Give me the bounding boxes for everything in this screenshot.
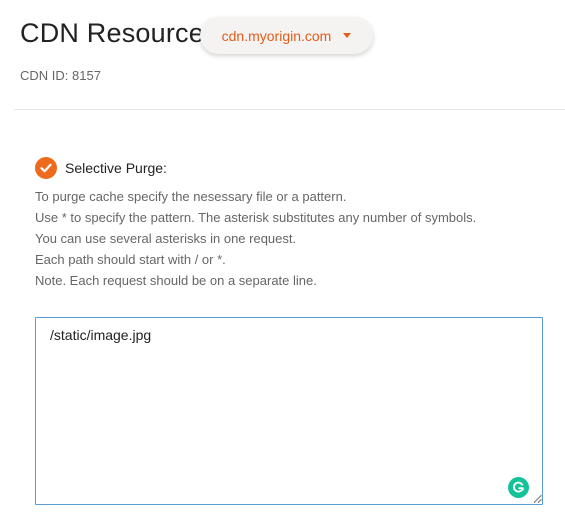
caret-down-icon (343, 33, 352, 38)
instruction-line: To purge cache specify the nesessary fil… (35, 189, 347, 204)
resource-select-value: cdn.myorigin.com (221, 27, 332, 44)
purge-instructions: To purge cache specify the nesessary fil… (35, 186, 555, 291)
page-title: CDN Resource: (20, 18, 212, 48)
check-circle-icon[interactable] (35, 157, 57, 179)
resource-select-dropdown[interactable]: cdn.myorigin.com (200, 17, 373, 54)
instruction-line: Each path should start with / or *. (35, 252, 226, 267)
checkmark-glyph (40, 163, 52, 173)
grammarly-icon[interactable] (508, 477, 529, 498)
instruction-line: Note. Each request should be on a separa… (35, 273, 317, 288)
resource-header: CDN Resource: cdn.myorigin.com CDN ID: 8… (0, 0, 565, 110)
instruction-line: Use * to specify the pattern. The asteri… (35, 210, 477, 225)
cdn-purge-page: CDN Resource: cdn.myorigin.com CDN ID: 8… (0, 0, 565, 528)
header-divider (14, 109, 565, 110)
instruction-line: You can use several asterisks in one req… (35, 231, 297, 246)
purge-paths-textarea[interactable] (35, 317, 543, 505)
selective-purge-label: Selective Purge: (65, 160, 167, 176)
cdn-id-label: CDN ID: 8157 (20, 68, 101, 83)
resize-handle-icon[interactable] (533, 494, 542, 503)
grammarly-glyph (513, 481, 524, 493)
selective-purge-option[interactable]: Selective Purge: (35, 157, 167, 179)
